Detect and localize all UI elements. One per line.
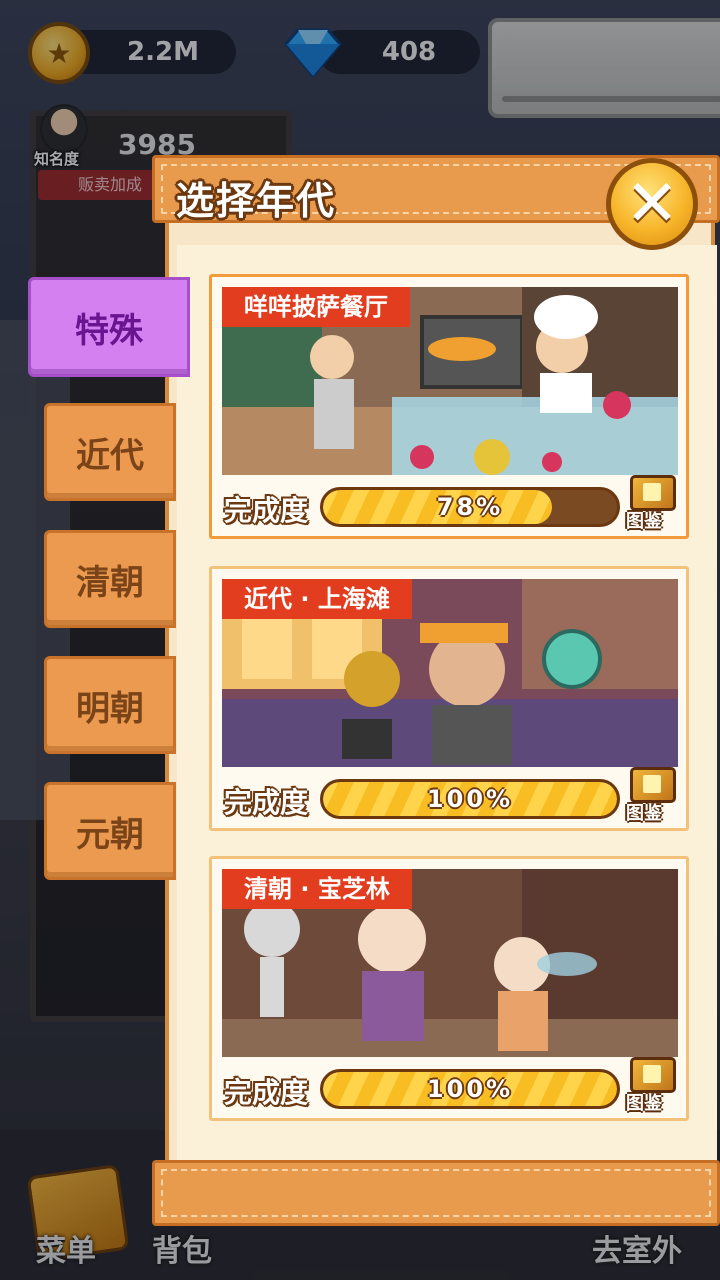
era-card-qing[interactable]: 清朝 · 宝芝林 完成度 100% 图鉴 — [209, 856, 689, 1121]
completion-progress-bar: 100% — [320, 779, 620, 819]
atlas-book-icon — [630, 1057, 676, 1093]
tab-special[interactable]: 特殊 — [28, 277, 190, 377]
tab-ming[interactable]: 明朝 — [44, 656, 176, 754]
completion-percent: 78% — [436, 493, 504, 521]
era-tag: 清朝 · 宝芝林 — [222, 869, 412, 909]
era-card-pizza[interactable]: 咩咩披萨餐厅 完成度 78% 图鉴 — [209, 274, 689, 539]
era-tag: 近代 · 上海滩 — [222, 579, 412, 619]
close-x-icon: ✕ — [625, 167, 679, 241]
atlas-book-icon — [630, 767, 676, 803]
atlas-label: 图鉴 — [626, 511, 662, 532]
completion-label: 完成度 — [224, 1076, 309, 1109]
atlas-label: 图鉴 — [626, 1093, 662, 1114]
completion-progress-bar: 100% — [320, 1069, 620, 1109]
completion-percent: 100% — [426, 1075, 514, 1103]
dialog-title: 选择年代 — [176, 179, 337, 223]
completion-progress-bar: 78% — [320, 487, 620, 527]
atlas-label: 图鉴 — [626, 803, 662, 824]
era-tag: 咩咩披萨餐厅 — [222, 287, 410, 327]
atlas-button[interactable]: 图鉴 — [626, 1055, 680, 1114]
tab-qing[interactable]: 清朝 — [44, 530, 176, 628]
completion-label: 完成度 — [224, 786, 309, 819]
pizza-restaurant-illustration: 咩咩披萨餐厅 — [222, 287, 678, 475]
atlas-book-icon — [630, 475, 676, 511]
atlas-button[interactable]: 图鉴 — [626, 473, 680, 532]
atlas-button[interactable]: 图鉴 — [626, 765, 680, 824]
po-chi-lam-illustration: 清朝 · 宝芝林 — [222, 869, 678, 1057]
completion-percent: 100% — [426, 785, 514, 813]
dialog-footer — [152, 1160, 720, 1226]
tab-yuan[interactable]: 元朝 — [44, 782, 176, 880]
close-button[interactable]: ✕ — [606, 158, 698, 250]
tab-modern[interactable]: 近代 — [44, 403, 176, 501]
era-card-shanghai[interactable]: 近代 · 上海滩 完成度 100% 图鉴 — [209, 566, 689, 831]
shanghai-illustration: 近代 · 上海滩 — [222, 579, 678, 767]
completion-label: 完成度 — [224, 494, 309, 527]
